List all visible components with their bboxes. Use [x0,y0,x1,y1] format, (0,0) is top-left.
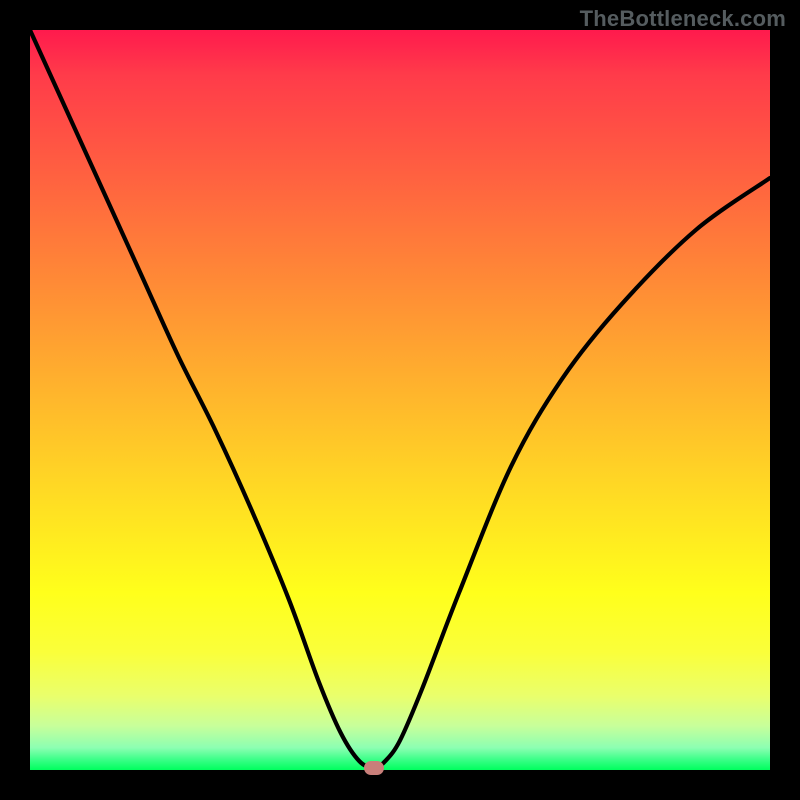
curve-layer [30,30,770,770]
watermark-text: TheBottleneck.com [580,6,786,32]
bottleneck-curve [30,30,770,768]
optimal-point-marker [364,761,384,775]
chart-frame: TheBottleneck.com [0,0,800,800]
plot-area [30,30,770,770]
